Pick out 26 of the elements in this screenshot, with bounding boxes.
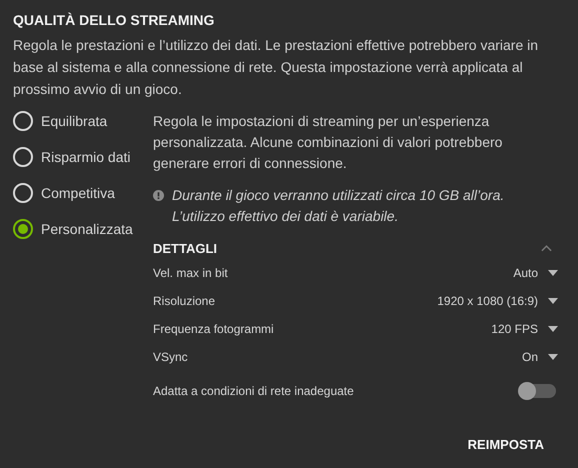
setting-label: VSync <box>153 350 188 364</box>
description: Regola le prestazioni e l’utilizzo dei dati. Le prestazioni effettive potrebbero variare in base al sistema e alla connessione di rete. Questa impostazione verrà applicata al prossimo avvio di un gioco. <box>13 36 540 99</box>
setting-dropdown[interactable]: 120 FPS <box>491 322 558 336</box>
setting-label: Adatta a condizioni di rete inadeguate <box>153 384 354 398</box>
setting-label: Risoluzione <box>153 294 216 308</box>
preset-radio[interactable]: Equilibrata <box>13 108 153 134</box>
setting-label: Vel. max in bit <box>153 266 228 280</box>
setting-dropdown[interactable]: On <box>522 350 558 364</box>
notice-text: Durante il gioco verranno utilizzati circa 10 GB all’ora. L’utilizzo effettivo dei dati è variabile. <box>172 186 506 226</box>
toggle-switch[interactable] <box>520 384 556 398</box>
setting-dropdown[interactable]: 1920 x 1080 (16:9) <box>437 294 558 308</box>
setting-dropdown[interactable]: Auto <box>513 266 558 280</box>
caret-icon <box>548 298 558 304</box>
preset-radio[interactable]: Competitiva <box>13 180 153 206</box>
caret-icon <box>548 354 558 360</box>
info-icon <box>153 190 164 201</box>
preset-description: Regola le impostazioni di streaming per un’esperienza personalizzata. Alcune combinazioni di valori potrebbero generare errori di connessione. <box>153 112 504 173</box>
caret-icon <box>548 326 558 332</box>
preset-radio[interactable]: Risparmio dati <box>13 144 153 170</box>
chevron-up-icon[interactable] <box>541 244 552 252</box>
preset-radio[interactable]: Personalizzata <box>13 216 153 242</box>
reset-button[interactable]: REIMPOSTA <box>462 433 550 456</box>
details-title: DETTAGLI <box>153 240 218 256</box>
section-title: QUALITÀ DELLO STREAMING <box>13 11 216 30</box>
setting-label: Frequenza fotogrammi <box>153 322 274 336</box>
caret-icon <box>548 270 558 276</box>
